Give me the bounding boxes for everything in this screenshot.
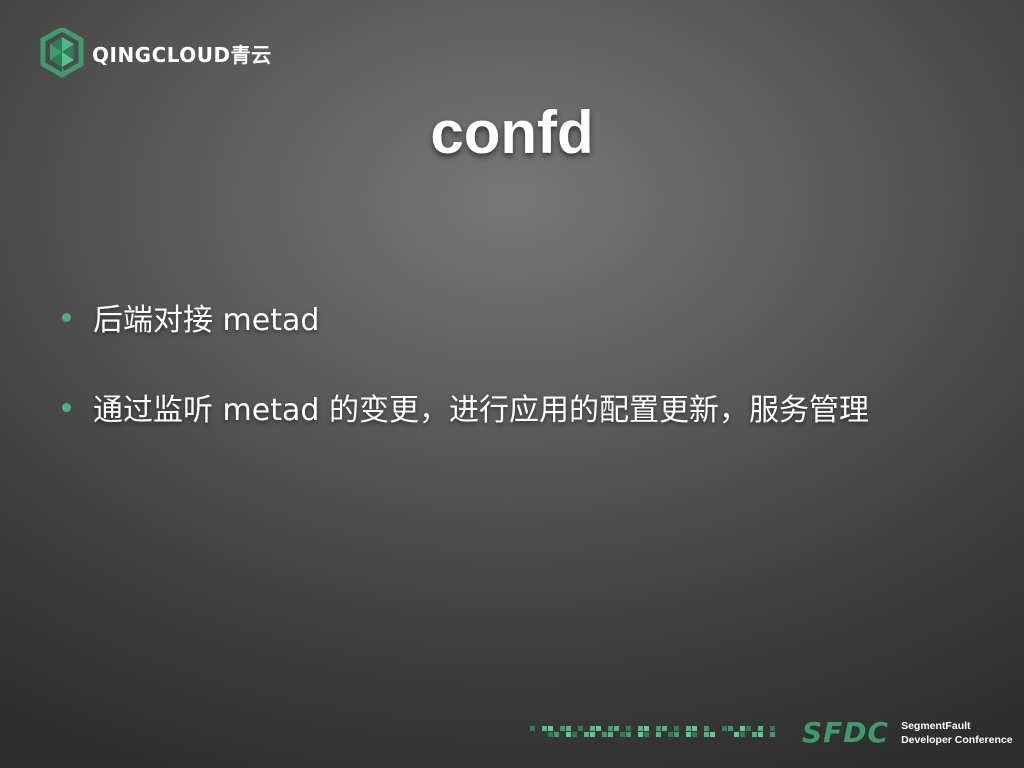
bullet-text: 后端对接 metad bbox=[93, 303, 320, 338]
pixel-block bbox=[620, 732, 625, 737]
pixel-block bbox=[740, 732, 745, 737]
pixel-block bbox=[626, 732, 631, 737]
pixel-block bbox=[740, 726, 745, 731]
pixel-block bbox=[656, 726, 661, 731]
pixel-block bbox=[668, 732, 673, 737]
bullet-list: 后端对接 metad 通过监听 metad 的变更，进行应用的配置更新，服务管理 bbox=[62, 294, 869, 474]
pixel-block bbox=[590, 726, 595, 731]
pixel-block bbox=[626, 726, 631, 731]
pixel-block bbox=[578, 726, 583, 731]
pixel-block bbox=[566, 732, 571, 737]
pixel-block bbox=[560, 726, 565, 731]
pixel-block bbox=[572, 732, 577, 737]
pixel-block bbox=[770, 732, 775, 737]
qingcloud-hexagon-icon bbox=[40, 28, 84, 78]
pixel-pattern-icon bbox=[530, 726, 775, 737]
pixel-block bbox=[686, 732, 691, 737]
pixel-block bbox=[686, 726, 691, 731]
bullet-dot-icon bbox=[62, 402, 71, 412]
pixel-block bbox=[602, 732, 607, 737]
pixel-block bbox=[674, 732, 679, 737]
conference-name: SegmentFault Developer Conference bbox=[901, 719, 1012, 747]
conference-name-line2: Developer Conference bbox=[901, 734, 1013, 746]
pixel-block bbox=[728, 726, 733, 731]
pixel-block bbox=[614, 726, 619, 731]
conference-name-line1: SegmentFault bbox=[901, 720, 971, 732]
pixel-block bbox=[608, 726, 613, 731]
pixel-block bbox=[608, 732, 613, 737]
sfdc-logo: SFDC bbox=[802, 716, 890, 749]
qingcloud-logo: QINGCLOUD青云 bbox=[40, 28, 272, 78]
pixel-block bbox=[758, 732, 763, 737]
pixel-block bbox=[644, 726, 649, 731]
pixel-block bbox=[704, 732, 709, 737]
pixel-block bbox=[704, 726, 709, 731]
pixel-block bbox=[656, 732, 661, 737]
slide-title: confd bbox=[430, 99, 594, 166]
pixel-block bbox=[596, 726, 601, 731]
pixel-block bbox=[548, 726, 553, 731]
pixel-block bbox=[710, 732, 715, 737]
conference-footer: SFDC SegmentFault Developer Conference bbox=[530, 718, 1013, 748]
pixel-block bbox=[530, 726, 535, 731]
pixel-block bbox=[548, 732, 553, 737]
bullet-item: 后端对接 metad bbox=[62, 294, 869, 340]
pixel-block bbox=[554, 732, 559, 737]
pixel-block bbox=[638, 726, 643, 731]
bullet-text: 通过监听 metad 的变更，进行应用的配置更新，服务管理 bbox=[93, 393, 869, 428]
pixel-block bbox=[734, 732, 739, 737]
bullet-dot-icon bbox=[62, 312, 71, 322]
pixel-block bbox=[722, 726, 727, 731]
bullet-item: 通过监听 metad 的变更，进行应用的配置更新，服务管理 bbox=[62, 384, 869, 430]
pixel-block bbox=[566, 726, 571, 731]
pixel-block bbox=[584, 732, 589, 737]
pixel-block bbox=[770, 726, 775, 731]
pixel-block bbox=[758, 726, 763, 731]
logo-text: QINGCLOUD青云 bbox=[92, 42, 272, 67]
pixel-block bbox=[542, 726, 547, 731]
pixel-block bbox=[692, 726, 697, 731]
pixel-block bbox=[674, 726, 679, 731]
pixel-block bbox=[638, 732, 643, 737]
pixel-block bbox=[752, 732, 757, 737]
pixel-block bbox=[662, 726, 667, 731]
pixel-block bbox=[746, 726, 751, 731]
pixel-block bbox=[692, 732, 697, 737]
pixel-block bbox=[590, 732, 595, 737]
pixel-block bbox=[644, 732, 649, 737]
